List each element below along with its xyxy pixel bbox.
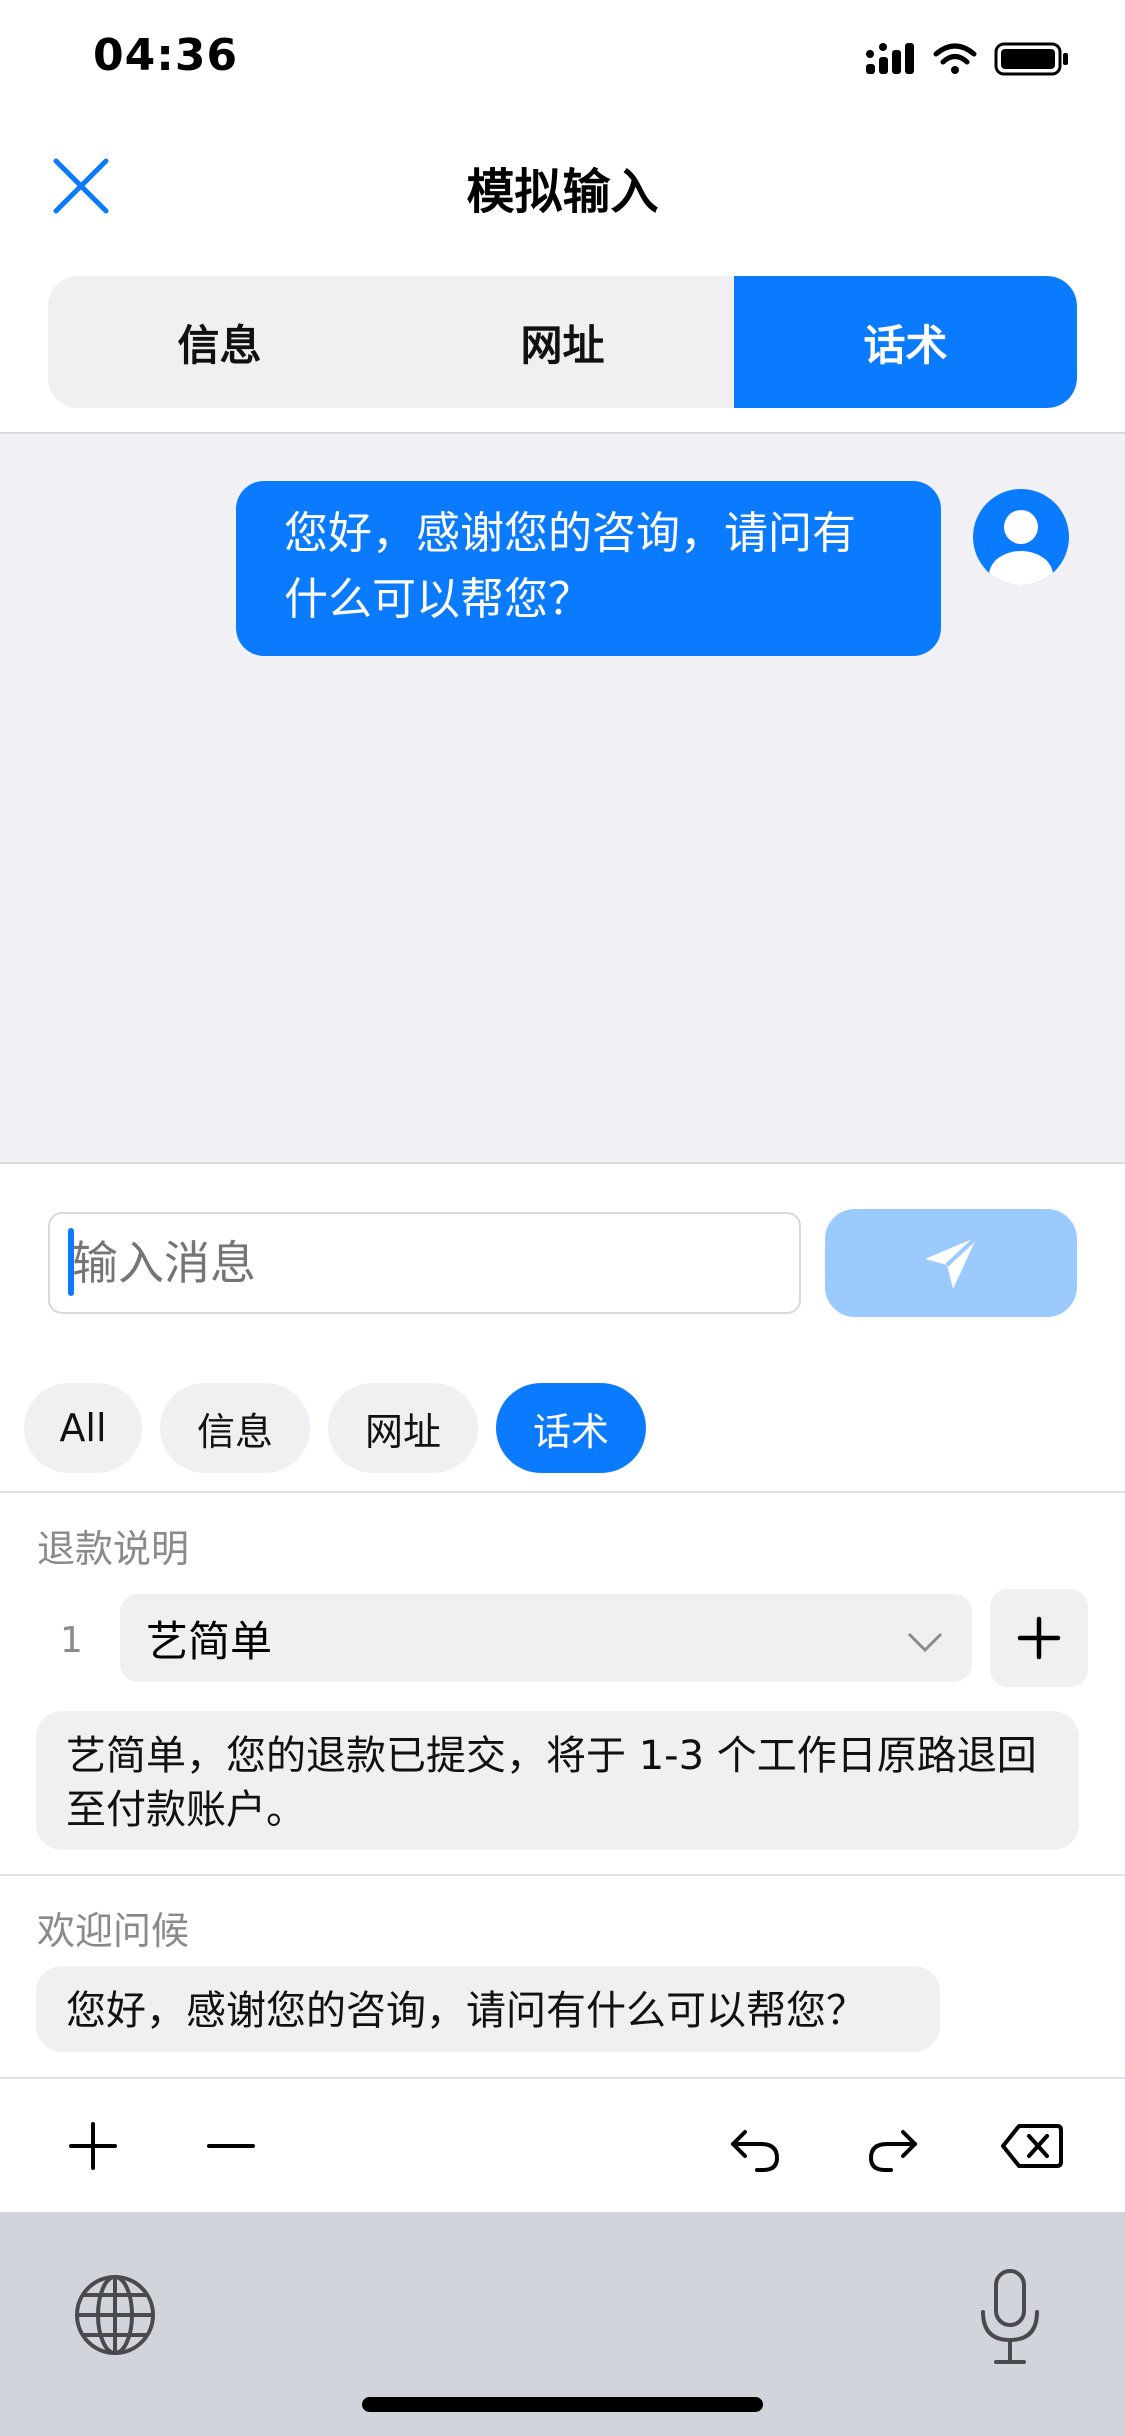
script-preview-refund[interactable]: 艺简单，您的退款已提交，将于 1-3 个工作日原路退回至付款账户。: [36, 1711, 1079, 1850]
backspace-icon[interactable]: [1001, 2118, 1063, 2174]
send-button[interactable]: [825, 1209, 1077, 1317]
wifi-icon: [933, 43, 977, 74]
add-param-button[interactable]: [990, 1589, 1088, 1687]
microphone-icon[interactable]: [978, 2268, 1042, 2366]
param-index: 1: [60, 1620, 83, 1661]
filter-script[interactable]: 话术: [496, 1383, 646, 1473]
chevron-down-icon: [907, 1632, 943, 1653]
divider: [0, 1874, 1125, 1876]
avatar-icon: [989, 510, 1053, 585]
redo-icon[interactable]: [865, 2118, 921, 2174]
filter-all[interactable]: All: [24, 1383, 142, 1473]
param-select-value: 艺简单: [146, 1616, 273, 1666]
plus-icon: [1017, 1616, 1061, 1660]
globe-icon[interactable]: [73, 2273, 157, 2357]
plus-icon[interactable]: [65, 2118, 121, 2174]
segmented-control: 信息 网址 话术: [48, 276, 1077, 408]
section-title-greeting: 欢迎问候: [37, 1909, 190, 1953]
param-select[interactable]: 艺简单: [120, 1594, 972, 1682]
avatar: [973, 489, 1069, 585]
keyboard-toolbar: [0, 2080, 1125, 2210]
message-input[interactable]: [48, 1212, 801, 1314]
divider: [0, 1491, 1125, 1493]
send-icon: [925, 1235, 979, 1289]
filter-info[interactable]: 信息: [160, 1383, 310, 1473]
section-title-refund: 退款说明: [37, 1527, 190, 1571]
divider: [0, 2077, 1125, 2079]
filter-url[interactable]: 网址: [328, 1383, 478, 1473]
undo-icon[interactable]: [727, 2118, 783, 2174]
text-caret: [68, 1228, 74, 1296]
script-preview-greeting[interactable]: 您好，感谢您的咨询，请问有什么可以帮您？: [36, 1966, 940, 2052]
status-time: 04:36: [93, 30, 239, 81]
tab-script[interactable]: 话术: [734, 276, 1077, 408]
battery-icon: [994, 42, 1068, 76]
tab-url[interactable]: 网址: [391, 276, 734, 408]
tab-info[interactable]: 信息: [48, 276, 391, 408]
signal-icon: [866, 43, 914, 74]
minus-icon[interactable]: [203, 2118, 259, 2174]
page-title: 模拟输入: [466, 164, 659, 220]
status-icons: [866, 42, 1068, 76]
message-bubble: 您好，感谢您的咨询，请问有什么可以帮您？: [236, 481, 941, 656]
home-indicator: [362, 2397, 763, 2412]
